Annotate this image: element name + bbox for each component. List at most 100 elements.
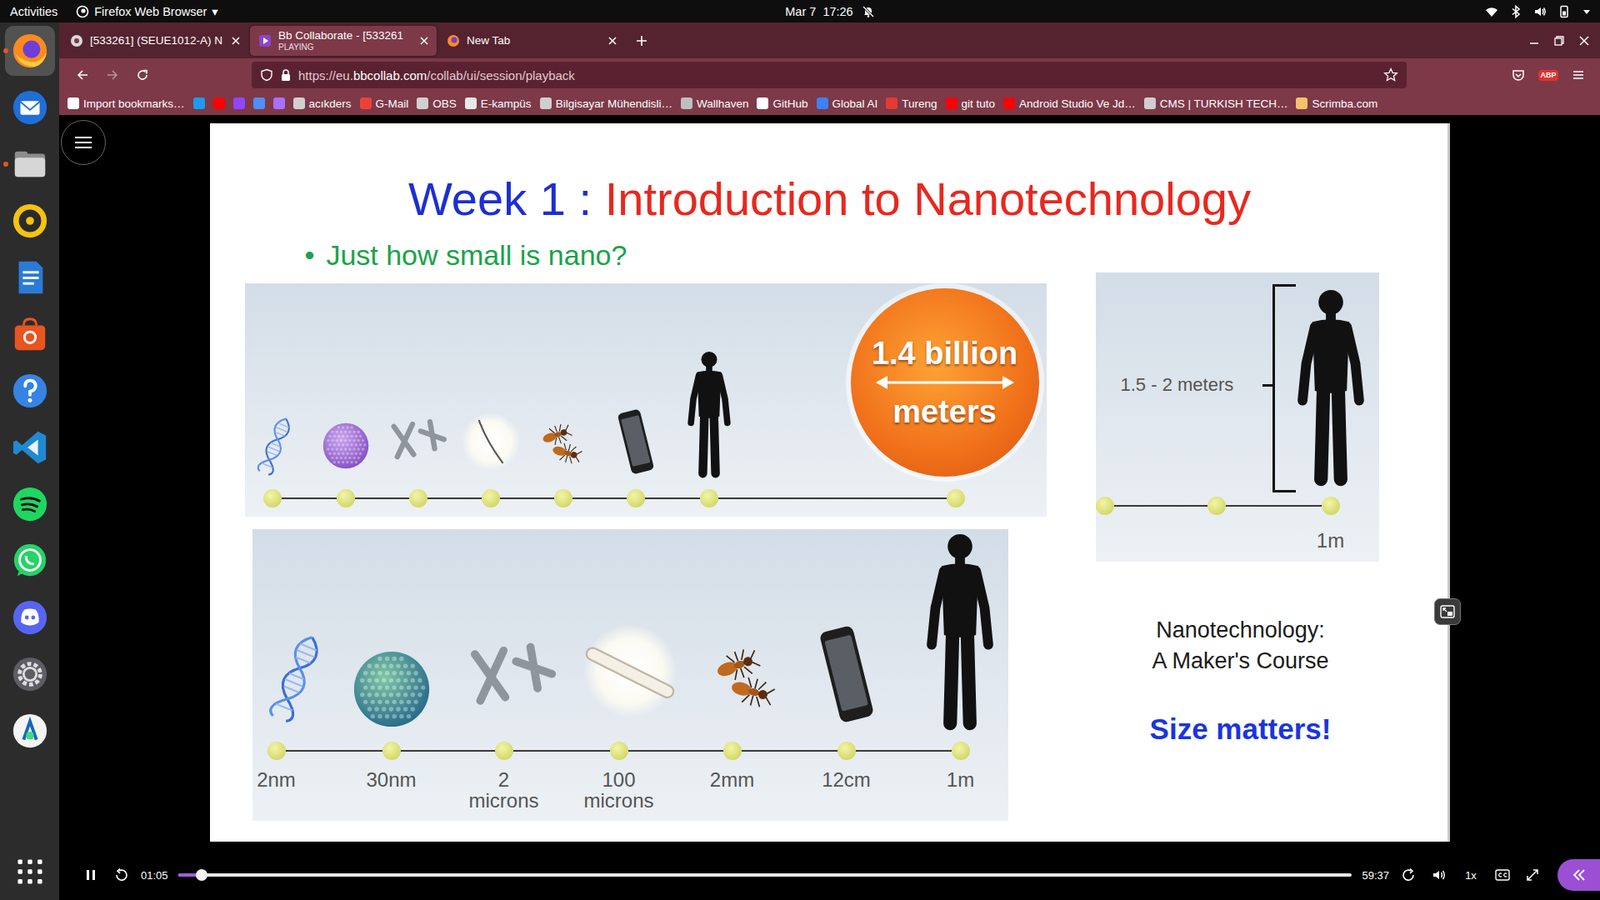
caret-down-icon	[1581, 5, 1592, 19]
bookmark[interactable]: acıkders	[293, 97, 352, 110]
url-bar[interactable]: https://eu.bbcollab.com/collab/ui/sessio…	[251, 61, 1407, 89]
bookmark-label: acıkders	[309, 97, 352, 110]
dock-item[interactable]	[0, 309, 60, 360]
activities-button[interactable]: Activities	[10, 5, 58, 19]
bookmark-star-icon[interactable]	[1383, 67, 1399, 83]
dock-item[interactable]	[0, 649, 60, 700]
captions-button[interactable]	[1492, 865, 1513, 885]
tab-strip: [533261] (SEUE1012-A) NBb Collaborate - …	[59, 22, 1600, 59]
dock-item[interactable]	[0, 25, 60, 76]
bookmark[interactable]: GitHub	[756, 97, 808, 110]
panel-toggle-button[interactable]	[1557, 859, 1600, 891]
progress-track[interactable]	[178, 873, 1353, 877]
scale-dot	[1321, 496, 1340, 515]
system-menu[interactable]	[875, 5, 1592, 19]
slide-bullet: •Just how small is nano?	[305, 238, 628, 272]
running-dot	[3, 388, 9, 394]
app-menu[interactable]: Firefox Web Browser▾	[75, 5, 218, 19]
bookmark[interactable]	[253, 97, 265, 110]
dock-item[interactable]	[0, 252, 60, 303]
bullet: •	[305, 239, 315, 271]
double-arrow-icon	[874, 373, 1016, 392]
scale-dot	[267, 741, 286, 760]
minimize-icon[interactable]	[1528, 35, 1540, 47]
new-tab-icon[interactable]	[635, 34, 649, 48]
bookmark[interactable]: Bilgisayar Mühendisli…	[540, 97, 673, 110]
adblock-button[interactable]: ABP	[1536, 63, 1560, 87]
dock-item[interactable]	[0, 195, 60, 246]
browser-window: [533261] (SEUE1012-A) NBb Collaborate - …	[59, 22, 1600, 900]
scale-dot	[837, 741, 856, 760]
picture-in-picture-button[interactable]	[1434, 598, 1461, 625]
volume-button[interactable]	[1429, 865, 1450, 885]
bracket-tick	[1262, 384, 1273, 387]
app-grid-icon[interactable]	[13, 855, 47, 889]
bookmark[interactable]: Android Studio Ve Jd…	[1003, 97, 1136, 110]
top-bar: Activities Firefox Web Browser▾ Mar 7 17:2…	[0, 0, 1600, 23]
dock-item[interactable]	[0, 139, 60, 190]
bookmark[interactable]	[213, 97, 225, 110]
bookmark-label: Bilgisayar Mühendisli…	[555, 97, 673, 110]
browser-tab[interactable]: Bb Collaborate - [533261PLAYING	[250, 25, 437, 56]
bookmark[interactable]	[233, 97, 245, 110]
bookmark[interactable]: CMS | TURKISH TECH…	[1144, 97, 1289, 110]
dock-item[interactable]	[0, 535, 60, 586]
bookmark[interactable]: Import bookmarks…	[67, 97, 185, 110]
reload-button[interactable]	[130, 63, 155, 87]
restore-icon[interactable]	[1553, 35, 1565, 47]
dock-item[interactable]	[0, 592, 60, 643]
bookmark[interactable]: Wallhaven	[680, 97, 750, 110]
rewind-icon	[113, 867, 129, 883]
rewind-button[interactable]	[110, 865, 131, 885]
bookmark[interactable]: OBS	[416, 97, 457, 110]
scale-label: 2nm	[252, 769, 331, 790]
dock-item[interactable]	[0, 422, 60, 473]
close-window-icon[interactable]	[1578, 35, 1590, 47]
dock	[0, 22, 60, 900]
browser-tab[interactable]: New Tab	[438, 25, 625, 56]
speed-button[interactable]: 1x	[1459, 865, 1483, 885]
pocket-button[interactable]	[1506, 63, 1530, 87]
close-icon[interactable]	[230, 35, 242, 47]
bookmark[interactable]	[273, 97, 285, 110]
running-dot	[3, 671, 9, 677]
bookmark[interactable]: Tureng	[885, 97, 937, 110]
title-topic: Introduction to Nanotechnology	[605, 172, 1251, 225]
progress-knob[interactable]	[195, 869, 208, 881]
bookmark-label: GitHub	[772, 97, 808, 110]
bookmark[interactable]: Scrimba.com	[1295, 97, 1378, 110]
bookmark[interactable]: E-kampüs	[465, 97, 532, 110]
files-icon	[10, 145, 50, 184]
url-path: /collab/ui/session/playback	[426, 68, 575, 83]
menu-button[interactable]	[1566, 63, 1590, 87]
dock-item[interactable]	[0, 705, 60, 756]
running-dot	[3, 218, 9, 224]
scale-dot	[1095, 496, 1115, 515]
back-button[interactable]	[70, 63, 95, 87]
session-menu-button[interactable]	[60, 120, 106, 165]
bookmark[interactable]: G-Mail	[360, 97, 410, 110]
bookmark[interactable]	[193, 97, 205, 110]
forward-skip-button[interactable]	[1399, 865, 1420, 885]
scale-label: 30nm	[337, 769, 446, 790]
chromosome-image	[389, 418, 448, 465]
play-pause-button[interactable]	[80, 865, 101, 885]
url-text: https://eu.bbcollab.com/collab/ui/sessio…	[298, 68, 1377, 83]
browser-tab[interactable]: [533261] (SEUE1012-A) N	[61, 25, 249, 56]
running-dot	[3, 728, 9, 734]
close-icon[interactable]	[418, 35, 430, 47]
forward-button[interactable]	[100, 63, 125, 87]
rhythmbox-icon	[10, 201, 50, 240]
dock-item[interactable]	[0, 82, 60, 133]
back-arrow-icon	[75, 68, 90, 82]
dock-item[interactable]	[0, 479, 60, 530]
fullscreen-button[interactable]	[1522, 865, 1543, 885]
writer-icon	[10, 258, 50, 297]
bookmark[interactable]: Global AI	[816, 97, 879, 110]
clock-button[interactable]: Mar 7 17:26	[726, 5, 875, 19]
bookmark[interactable]: git tuto	[945, 97, 996, 110]
dock-item[interactable]	[0, 365, 60, 416]
running-dot	[3, 615, 9, 620]
close-icon[interactable]	[606, 35, 619, 47]
running-dot	[3, 501, 9, 507]
